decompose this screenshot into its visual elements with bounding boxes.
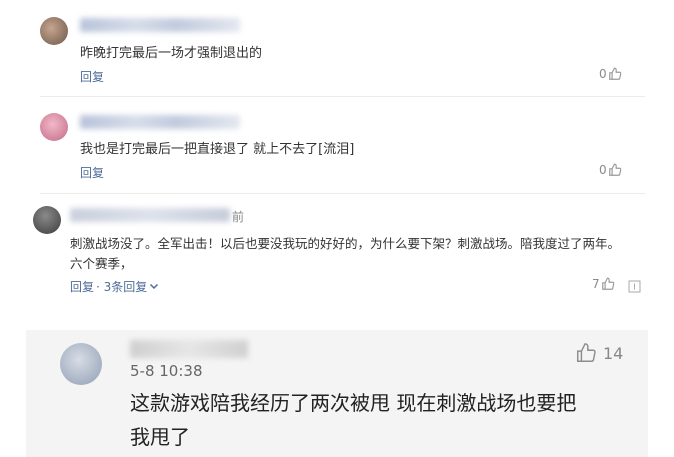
- like-count: 14: [603, 343, 624, 363]
- username-blurred[interactable]: [130, 340, 248, 358]
- avatar[interactable]: [40, 113, 68, 141]
- reply-button[interactable]: 回复: [70, 278, 94, 295]
- thumbs-up-icon: [608, 67, 622, 81]
- thumbs-up-icon: [601, 277, 615, 291]
- reply-count: · 3条回复: [96, 280, 148, 294]
- comment-text: 昨晚打完最后一场才强制退出的: [80, 46, 263, 61]
- like-button[interactable]: 7: [592, 277, 615, 291]
- comment-text-continued: 六个赛季，: [70, 256, 133, 271]
- report-icon[interactable]: [628, 278, 641, 297]
- comment-text: 我也是打完最后一把直接退了 就上不去了[流泪]: [80, 142, 355, 157]
- username-blurred[interactable]: [80, 115, 240, 129]
- comment-text: 刺激战场没了。全军出击！以后也要没我玩的好好的，为什么要下架？刺激战场。陪我度过…: [70, 236, 621, 251]
- thumbs-up-icon: [575, 342, 597, 364]
- like-button[interactable]: 0: [599, 163, 622, 177]
- like-count: 0: [599, 67, 607, 81]
- avatar[interactable]: [33, 206, 61, 234]
- view-replies-button[interactable]: · 3条回复: [96, 278, 159, 295]
- like-button[interactable]: 0: [599, 67, 622, 81]
- divider: [40, 96, 645, 97]
- like-count: 0: [599, 163, 607, 177]
- reply-button[interactable]: 回复: [80, 164, 104, 181]
- chevron-down-icon: [149, 280, 159, 294]
- comment-text: 这款游戏陪我经历了两次被甩 现在刺激战场也要把: [130, 391, 577, 415]
- thumbs-up-icon: [608, 163, 622, 177]
- comment-date: 5-8 10:38: [130, 362, 203, 380]
- comment-time: 前: [232, 210, 245, 224]
- avatar[interactable]: [60, 343, 102, 385]
- reply-button[interactable]: 回复: [80, 68, 104, 85]
- avatar[interactable]: [40, 17, 68, 45]
- like-button[interactable]: 14: [575, 342, 623, 364]
- like-count: 7: [592, 277, 600, 291]
- username-blurred[interactable]: [80, 18, 240, 32]
- divider: [40, 193, 645, 194]
- username-blurred[interactable]: [70, 208, 230, 222]
- comment-text-continued: 我甩了: [130, 425, 190, 449]
